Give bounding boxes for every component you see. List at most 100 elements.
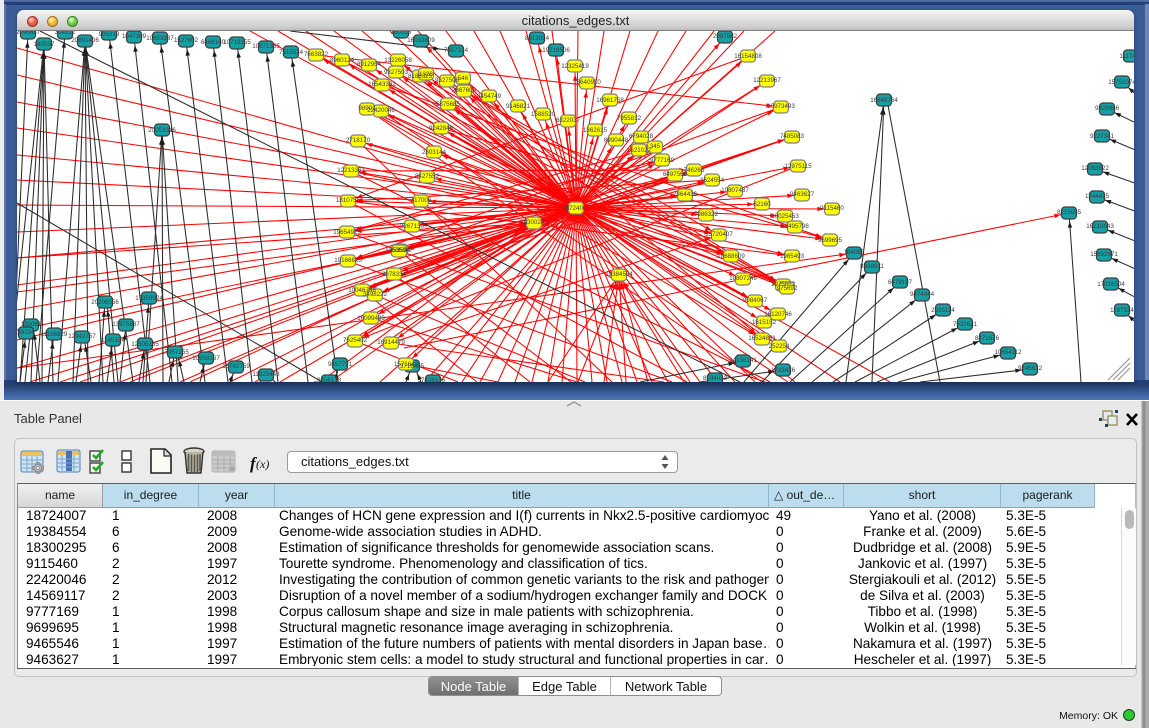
svg-text:15692971: 15692971 xyxy=(1090,251,1118,258)
svg-text:975692: 975692 xyxy=(777,285,798,292)
svg-text:17016504: 17016504 xyxy=(1097,281,1125,288)
svg-text:2096687: 2096687 xyxy=(17,31,41,36)
svg-text:12505135: 12505135 xyxy=(131,341,159,348)
svg-text:8878334: 8878334 xyxy=(382,271,407,278)
svg-text:19166825: 19166825 xyxy=(334,257,362,264)
svg-text:135061: 135061 xyxy=(21,321,42,328)
svg-text:6479197: 6479197 xyxy=(888,279,913,286)
svg-text:98901: 98901 xyxy=(358,105,376,112)
svg-text:16210643: 16210643 xyxy=(1086,223,1114,230)
svg-text:9699695: 9699695 xyxy=(818,237,843,244)
svg-text:8813014: 8813014 xyxy=(525,35,550,42)
svg-text:12975115: 12975115 xyxy=(784,163,812,170)
svg-text:8454749: 8454749 xyxy=(477,93,502,100)
svg-text:9115460: 9115460 xyxy=(820,205,844,212)
svg-text:13226058: 13226058 xyxy=(384,57,412,64)
svg-text:3624554: 3624554 xyxy=(700,177,725,184)
svg-text:20206556: 20206556 xyxy=(91,299,119,306)
svg-text:9463627: 9463627 xyxy=(790,191,815,198)
svg-text:140557: 140557 xyxy=(34,41,55,48)
svg-text:10653287: 10653287 xyxy=(146,35,174,42)
svg-text:7955812: 7955812 xyxy=(617,115,642,122)
svg-text:18300295: 18300295 xyxy=(520,219,548,226)
svg-text:16120746: 16120746 xyxy=(764,311,792,318)
svg-text:13975887: 13975887 xyxy=(112,321,140,328)
svg-text:1167534: 1167534 xyxy=(1110,307,1134,314)
svg-text:16961758: 16961758 xyxy=(596,97,624,104)
svg-text:1810755: 1810755 xyxy=(336,197,361,204)
svg-text:7438106: 7438106 xyxy=(421,377,446,382)
svg-text:6794028: 6794028 xyxy=(629,133,654,140)
svg-text:160338: 160338 xyxy=(391,31,412,36)
svg-text:8990448: 8990448 xyxy=(604,137,629,144)
svg-text:16543382: 16543382 xyxy=(368,81,396,88)
svg-text:10025453: 10025453 xyxy=(771,213,799,220)
svg-text:2364436: 2364436 xyxy=(673,191,698,198)
svg-text:18724007: 18724007 xyxy=(562,205,590,212)
svg-text:304812: 304812 xyxy=(55,31,76,36)
svg-text:14136141: 14136141 xyxy=(729,357,757,364)
svg-text:11923448: 11923448 xyxy=(252,371,280,378)
svg-text:9474444: 9474444 xyxy=(910,291,935,298)
svg-text:8912954: 8912954 xyxy=(357,61,382,68)
svg-text:1047309: 1047309 xyxy=(122,33,147,40)
svg-text:417006: 417006 xyxy=(411,197,432,204)
svg-text:18807249: 18807249 xyxy=(729,275,757,282)
svg-text:12213967: 12213967 xyxy=(753,77,781,84)
svg-text:17957255: 17957255 xyxy=(161,349,189,356)
svg-text:746266: 746266 xyxy=(684,167,705,174)
svg-text:1615152: 1615152 xyxy=(752,319,777,326)
svg-text:19218506: 19218506 xyxy=(542,47,570,54)
svg-text:9777169: 9777169 xyxy=(650,157,675,164)
svg-text:8960124: 8960124 xyxy=(330,57,355,64)
svg-text:3267130: 3267130 xyxy=(400,223,425,230)
svg-text:7625402: 7625402 xyxy=(343,337,368,344)
svg-text:6322037: 6322037 xyxy=(556,117,581,124)
svg-text:1145194: 1145194 xyxy=(101,337,125,344)
svg-text:18495798: 18495798 xyxy=(781,223,809,230)
svg-text:8215955: 8215955 xyxy=(1057,209,1082,216)
svg-text:2718170: 2718170 xyxy=(346,137,371,144)
svg-text:17359924: 17359924 xyxy=(135,295,163,302)
svg-text:252254: 252254 xyxy=(769,343,790,350)
svg-text:1571643: 1571643 xyxy=(394,361,419,368)
svg-text:1733426: 1733426 xyxy=(771,367,796,374)
svg-text:10719155: 10719155 xyxy=(223,39,251,46)
svg-text:15720407: 15720407 xyxy=(705,231,733,238)
svg-text:8471676: 8471676 xyxy=(975,335,1000,342)
svg-text:2803144: 2803144 xyxy=(422,149,447,156)
svg-text:7515524: 7515524 xyxy=(279,49,304,56)
svg-text:13535947: 13535947 xyxy=(385,247,413,254)
svg-text:16648764: 16648764 xyxy=(870,97,898,104)
svg-text:15751074: 15751074 xyxy=(1108,79,1134,86)
svg-text:345: 345 xyxy=(650,143,661,150)
svg-text:12942757: 12942757 xyxy=(68,333,96,340)
svg-text:2867608: 2867608 xyxy=(452,87,477,94)
svg-text:16154808: 16154808 xyxy=(734,53,762,60)
svg-text:1527602: 1527602 xyxy=(174,37,199,44)
svg-text:7857224: 7857224 xyxy=(444,47,469,54)
svg-text:9329966: 9329966 xyxy=(1095,105,1120,112)
svg-text:20691406: 20691406 xyxy=(71,37,99,44)
svg-text:16524851: 16524851 xyxy=(748,335,776,342)
svg-text:9242848: 9242848 xyxy=(429,125,454,132)
svg-text:5875685: 5875685 xyxy=(436,101,461,108)
svg-text:7986322: 7986322 xyxy=(694,211,719,218)
svg-text:16033809: 16033809 xyxy=(407,37,435,44)
svg-text:9146821: 9146821 xyxy=(506,103,531,110)
svg-text:12325419: 12325419 xyxy=(561,63,589,70)
svg-text:6466160: 6466160 xyxy=(201,39,226,46)
svg-text:8594023: 8594023 xyxy=(703,375,728,382)
svg-text:1362615: 1362615 xyxy=(583,127,608,134)
svg-text:164095: 164095 xyxy=(844,249,865,256)
svg-text:9327508: 9327508 xyxy=(435,77,460,84)
svg-text:9327503: 9327503 xyxy=(384,69,409,76)
svg-text:2935114: 2935114 xyxy=(931,307,955,314)
svg-text:9245612: 9245612 xyxy=(1018,365,1043,372)
svg-text:20053346: 20053346 xyxy=(148,127,176,134)
svg-text:1588520: 1588520 xyxy=(531,111,556,118)
svg-text:9457791: 9457791 xyxy=(328,361,353,368)
svg-text:(x): (x) xyxy=(256,457,269,471)
svg-text:19384554: 19384554 xyxy=(605,271,633,278)
svg-text:16099489: 16099489 xyxy=(357,315,385,322)
